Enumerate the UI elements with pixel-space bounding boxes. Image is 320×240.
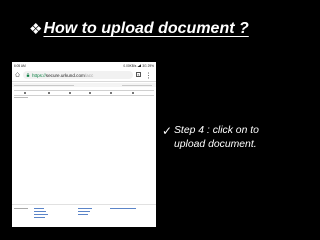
toolbar-button[interactable] (110, 92, 112, 94)
browser-screenshot: 6:05 AM 0.00KB/s 3G 29% https://secure.u… (12, 62, 156, 227)
toolbar-button[interactable] (132, 92, 134, 94)
status-indicators: 0.00KB/s 3G 29% (123, 64, 154, 68)
checkmark-bullet-icon: ✓ (162, 124, 173, 138)
web-page-content (12, 82, 156, 227)
footer-link[interactable] (78, 208, 92, 209)
footer-link[interactable] (34, 208, 44, 209)
document-toolbar (14, 90, 154, 96)
footer-link[interactable] (78, 211, 90, 212)
presentation-slide: ❖ How to upload document ? 6:05 AM 0.00K… (0, 0, 320, 240)
footer-link[interactable] (78, 214, 88, 215)
page-header-strip (12, 83, 156, 87)
signal-icon (137, 64, 142, 67)
toolbar-button[interactable] (69, 92, 71, 94)
battery-level: 29% (147, 63, 154, 68)
footer-link[interactable] (110, 208, 136, 209)
url-field[interactable]: https://secure.urkund.com/acc (23, 71, 133, 79)
url-scheme: https:// (32, 72, 46, 78)
footer-link[interactable] (34, 217, 45, 218)
header-menu-line (122, 85, 152, 86)
step-instruction: ✓ Step 4 : click on to upload document. (162, 124, 312, 152)
menu-icon[interactable] (147, 72, 150, 79)
step-text: Step 4 : click on to upload document. (174, 125, 259, 150)
lock-icon (26, 73, 30, 77)
url-host: secure.urkund.com (45, 72, 85, 78)
toolbar-button[interactable] (89, 92, 91, 94)
home-icon[interactable] (15, 72, 20, 77)
toolbar-button[interactable] (24, 92, 26, 94)
phone-status-bar: 6:05 AM 0.00KB/s 3G 29% (12, 62, 156, 69)
network-type: 3G (142, 63, 147, 68)
slide-title: How to upload document ? (43, 20, 249, 37)
toolbar-button[interactable] (48, 92, 50, 94)
network-speed: 0.00KB/s (123, 63, 137, 68)
browser-address-bar: https://secure.urkund.com/acc 5 (12, 69, 156, 82)
subheading-line (14, 97, 28, 98)
url-path: /acc (84, 72, 94, 78)
status-time: 6:05 AM (14, 63, 26, 68)
diamond-bullet-icon: ❖ (29, 20, 43, 38)
footer-link[interactable] (34, 211, 46, 212)
page-footer (12, 204, 156, 227)
header-text-line (14, 85, 74, 86)
footer-label-line (14, 208, 28, 209)
footer-link[interactable] (34, 214, 48, 215)
tabs-icon[interactable]: 5 (136, 72, 141, 77)
slide-title-row: ❖ How to upload document ? (29, 16, 249, 42)
